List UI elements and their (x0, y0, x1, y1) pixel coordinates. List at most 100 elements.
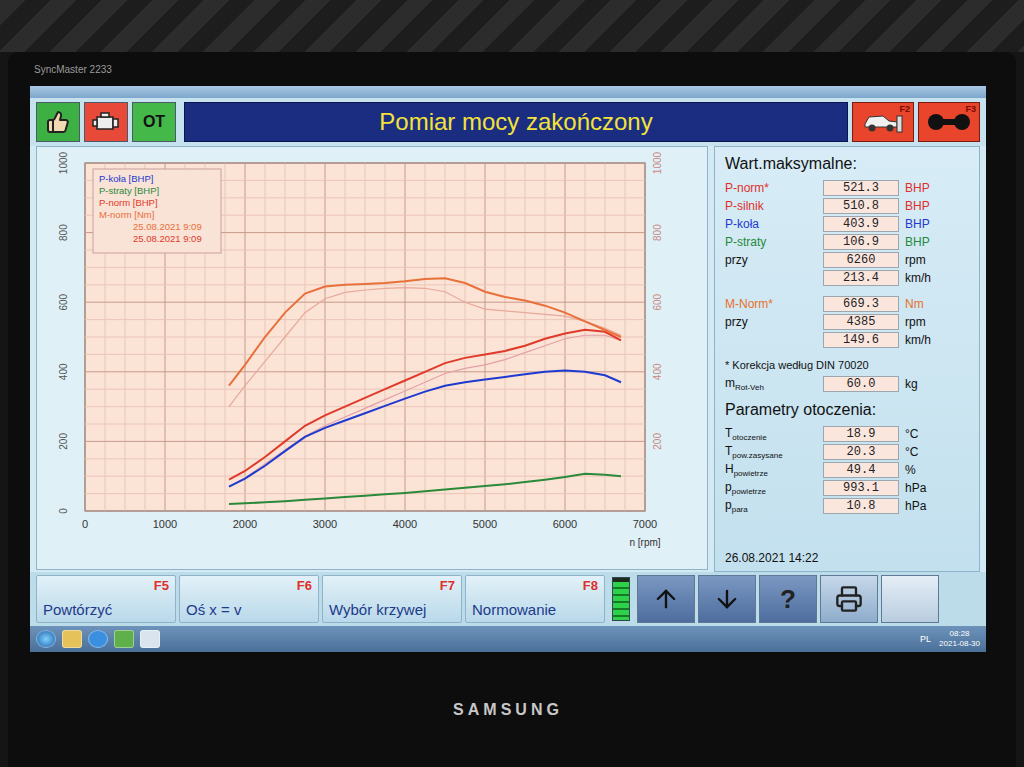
down-button[interactable] (698, 575, 756, 623)
function-key: F6 (297, 578, 312, 593)
blank-button[interactable] (881, 575, 939, 623)
function-button[interactable]: F5Powtórzyć (36, 575, 176, 623)
function-button[interactable]: F7Wybór krzywej (322, 575, 462, 623)
value-box: 20.3 (823, 444, 899, 460)
value-box: 6260 (823, 252, 899, 268)
grid-line (85, 493, 645, 494)
car-on-dyno-icon (861, 108, 905, 136)
function-button[interactable]: F6 Oś x = v (179, 575, 319, 623)
values-panel: Wart.maksymalne: P-norm* 521.3 BHP P-silnik5… (714, 146, 980, 572)
value-row: ppowietrze993.1hPa (725, 479, 969, 497)
print-button[interactable] (820, 575, 878, 623)
row-unit: hPa (905, 481, 969, 495)
correction-note: * Korekcja według DIN 70020 (725, 359, 969, 371)
x-tick: 1000 (153, 518, 177, 530)
explorer-icon[interactable] (62, 630, 82, 648)
row-unit: hPa (905, 499, 969, 513)
legend-item: M-norm [Nm] (99, 209, 154, 220)
value-box: 49.4 (823, 462, 899, 478)
grid-line (85, 458, 645, 459)
up-button[interactable] (637, 575, 695, 623)
y-tick: 200 (58, 433, 69, 450)
series-line (229, 474, 621, 504)
value-box: 669.3 (823, 296, 899, 312)
value-box: 10.8 (823, 498, 899, 514)
function-label: Powtórzyć (43, 602, 112, 618)
page: SyncMaster 2233OTPomiar mocy zakończonyF… (0, 0, 1024, 767)
row-unit: °C (905, 427, 969, 441)
row-label: ppowietrze (725, 480, 817, 496)
row-label: P-norm* (725, 181, 817, 195)
row-unit: rpm (905, 315, 969, 329)
browser-icon[interactable] (88, 630, 108, 648)
ambient-group: Totoczenie18.9°CTpow.zasysane 20.3 °C Hpowi… (725, 425, 969, 515)
system-tray: PL 08:282021-08-30 (920, 629, 980, 649)
right-y-tick: 800 (652, 224, 663, 241)
row-label: przy (725, 315, 817, 329)
function-label: Oś x = v (186, 602, 241, 618)
row-label: Totoczenie (725, 426, 817, 442)
x-tick: 3000 (313, 518, 337, 530)
row-unit: BHP (905, 235, 969, 249)
car-button[interactable]: F2 (852, 102, 914, 142)
screen: OTPomiar mocy zakończonyF2F3010002000300… (30, 86, 986, 652)
row-label: P-silnik (725, 199, 817, 213)
row-label: Hpowietrze (725, 462, 817, 478)
dyno-app-icon[interactable] (140, 630, 160, 648)
legend-item: P-straty [BHP] (99, 185, 159, 196)
row-label: Tpow.zasysane (725, 444, 817, 460)
text-status-button[interactable]: OT (132, 102, 176, 142)
ambient-title: Parametry otoczenia: (725, 401, 969, 419)
value-box: 149.6 (823, 332, 899, 348)
value-row: P-norm*521.3BHP (725, 179, 969, 197)
value-row: przy4385rpm (725, 313, 969, 331)
row-unit: km/h (905, 271, 969, 285)
value-row: P-silnik510.8BHP (725, 197, 969, 215)
printer-icon (835, 585, 863, 613)
y-tick: 800 (58, 224, 69, 241)
grid-line (85, 354, 645, 355)
value-box: 106.9 (823, 234, 899, 250)
x-axis-label: n [rpm] (629, 537, 660, 548)
legend-item: P-koła [BHP] (99, 173, 153, 184)
toolbar: F5Powtórzyć F6 Oś x = v F7Wybór krzywejF8No… (30, 572, 986, 626)
rollers-icon (926, 110, 972, 134)
header: OTPomiar mocy zakończonyF2F3 (30, 98, 986, 146)
value-row: ppara 10.8 hPa (725, 497, 969, 515)
help-button[interactable]: ? (759, 575, 817, 623)
engine-status-button[interactable] (84, 102, 128, 142)
language-indicator[interactable]: PL (920, 634, 931, 644)
row-label: ppara (725, 498, 817, 514)
x-tick: 2000 (233, 518, 257, 530)
right-y-tick: 600 (652, 293, 663, 310)
power-chart: 01000200030004000500060007000n [rpm]0200… (41, 151, 703, 561)
grid-line (85, 302, 645, 303)
function-key: F8 (583, 578, 598, 593)
value-box: 521.3 (823, 180, 899, 196)
function-button[interactable]: F8Normowanie (465, 575, 605, 623)
app-icon[interactable] (114, 630, 134, 648)
chart-legend: P-koła [BHP]P-straty [BHP]P-norm [BHP]M-… (93, 169, 221, 253)
x-tick: 5000 (473, 518, 497, 530)
y-tick: 600 (58, 293, 69, 310)
timestamp: 26.08.2021 14:22 (725, 551, 969, 565)
clock[interactable]: 08:282021-08-30 (939, 629, 980, 649)
grid-line (85, 389, 645, 390)
row-label: M-Norm* (725, 297, 817, 311)
max-values-title: Wart.maksymalne: (725, 155, 969, 173)
legend-date: 25.08.2021 9:09 (133, 233, 202, 244)
rollers-button[interactable]: F3 (918, 102, 980, 142)
key-badge: F3 (965, 104, 976, 114)
value-row: M-Norm*669.3Nm (725, 295, 969, 313)
right-y-tick: 1000 (652, 151, 663, 174)
level-indicator (612, 577, 630, 621)
thumb-status-button[interactable] (36, 102, 80, 142)
start-orb-icon[interactable] (36, 630, 56, 648)
series-line (229, 278, 621, 386)
grid-line (85, 163, 645, 164)
grid-line (85, 267, 645, 268)
y-tick: 0 (58, 508, 69, 514)
window-title-bar (30, 86, 986, 98)
value-row: Totoczenie18.9°C (725, 425, 969, 443)
grid-line (85, 441, 645, 442)
